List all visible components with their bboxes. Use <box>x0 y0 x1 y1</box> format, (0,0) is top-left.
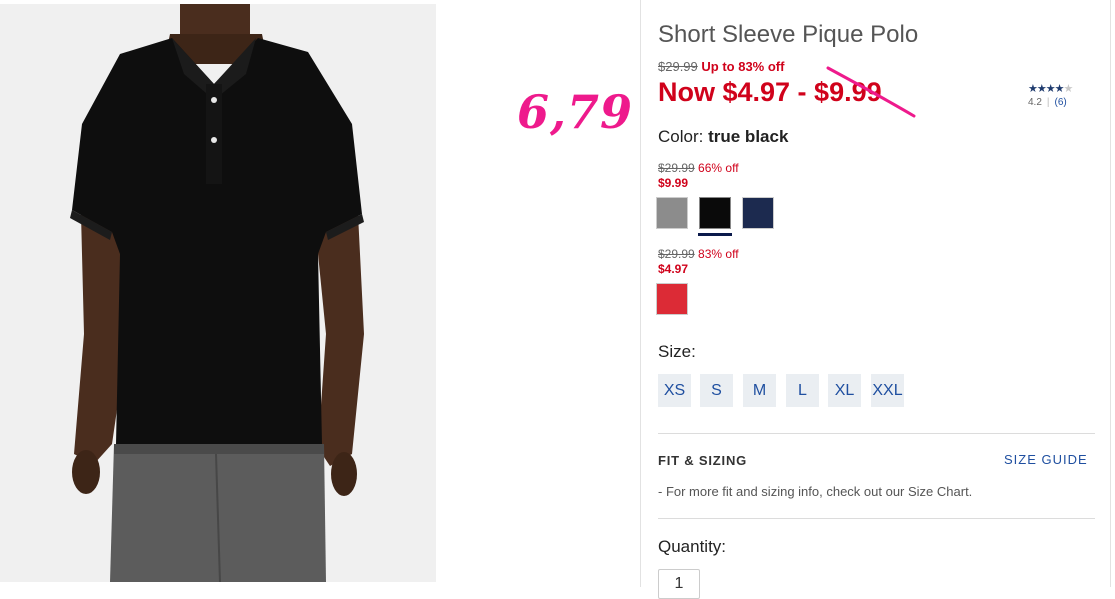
price-group-2: $29.99 83% off $4.97 <box>658 247 739 277</box>
handwritten-price-note: 6,79 <box>517 85 634 139</box>
section-divider <box>658 433 1095 434</box>
size-option-s[interactable]: S <box>700 374 733 407</box>
group-original-price: $29.99 <box>658 247 695 261</box>
now-price: Now $4.97 - $9.99 <box>658 77 882 107</box>
group-sale-price: $4.97 <box>658 262 689 276</box>
group-sale-price: $9.99 <box>658 176 689 190</box>
group-discount: 83% off <box>698 247 739 261</box>
group-original-price: $29.99 <box>658 161 695 175</box>
quantity-label: Quantity: <box>658 537 727 556</box>
original-price: $29.99 <box>658 59 698 74</box>
color-label: Color: <box>658 127 704 146</box>
color-value: true black <box>708 127 789 146</box>
review-count-link[interactable]: (6) <box>1055 97 1067 108</box>
price-group-1: $29.99 66% off $9.99 <box>658 161 739 191</box>
product-image[interactable] <box>0 4 436 582</box>
model-figure <box>0 4 436 582</box>
product-title: Short Sleeve Pique Polo <box>658 21 919 48</box>
rating-widget[interactable]: ★★★★★ 4.2 | (6) <box>1028 82 1073 108</box>
fit-sizing-heading[interactable]: FIT & SIZING <box>658 453 747 468</box>
price-summary: $29.99 Up to 83% off <box>658 59 784 74</box>
group-discount: 66% off <box>698 161 739 175</box>
fit-sizing-text: - For more fit and sizing info, check ou… <box>658 484 973 499</box>
size-option-m[interactable]: M <box>743 374 776 407</box>
size-option-l[interactable]: L <box>786 374 819 407</box>
size-guide-link[interactable]: SIZE GUIDE <box>1004 452 1088 467</box>
selected-swatch-indicator <box>698 233 732 236</box>
swatch-heather-gray[interactable] <box>656 197 688 229</box>
star-rating-icon: ★★★★★ <box>1028 83 1073 95</box>
size-option-xs[interactable]: XS <box>658 374 691 407</box>
size-option-xxl[interactable]: XXL <box>871 374 904 407</box>
color-selection: Color: true black <box>658 127 788 147</box>
size-label: Size: <box>658 342 696 361</box>
section-divider <box>658 518 1095 519</box>
swatch-red[interactable] <box>656 283 688 315</box>
column-divider <box>640 0 641 587</box>
column-divider-right <box>1110 0 1111 587</box>
size-option-xl[interactable]: XL <box>828 374 861 407</box>
rating-value: 4.2 <box>1028 97 1042 108</box>
promo-text: Up to 83% off <box>701 59 785 74</box>
quantity-select[interactable]: 1 <box>658 569 700 599</box>
swatch-navy[interactable] <box>742 197 774 229</box>
swatch-true-black[interactable] <box>699 197 731 229</box>
